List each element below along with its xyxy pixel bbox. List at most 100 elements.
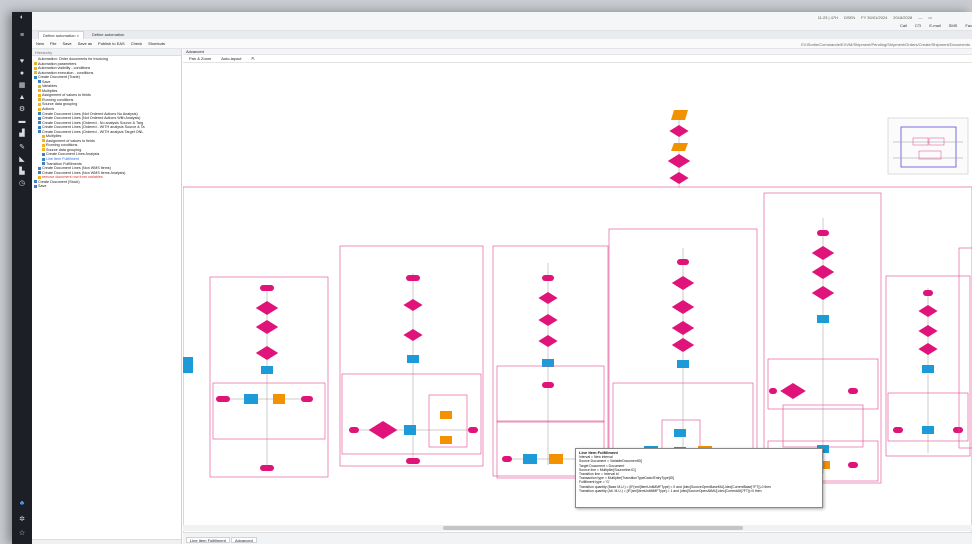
tree-item-label: Multiplies [42,88,58,93]
document-icon [34,184,37,188]
folder-icon [42,143,45,147]
sms-button[interactable]: SMS [949,23,958,28]
main-toolbar: New File Save Save as Publish to EAS Che… [32,39,972,49]
folder-icon [34,71,37,75]
decision-node [403,329,423,341]
bookmark-icon[interactable]: ◣ [12,156,32,164]
tree-item-label: Multiplies [46,134,62,139]
document-icon [38,116,41,120]
action-node [407,355,419,363]
action-node [677,360,689,368]
decision-node [255,301,279,315]
folder-icon [34,66,37,70]
save-button[interactable]: Save [62,41,71,46]
tree-item-label: Automation: Order documents for invoicin… [38,57,108,61]
call-button[interactable]: Call [900,23,907,28]
truck-icon[interactable]: ▬ [12,118,32,126]
decision-node [918,305,938,317]
tree-item-label: Running conditions [42,97,74,102]
document-icon [42,157,45,161]
analytics-icon[interactable]: ▙ [12,168,32,176]
hierarchy-icon[interactable]: ♣ [12,500,32,508]
grid-icon[interactable]: ▦ [12,82,32,90]
process-node [542,382,554,388]
star-icon[interactable]: ☆ [12,530,32,538]
minimize-icon[interactable]: — [918,15,922,20]
decision-node [669,125,689,137]
folder-icon [38,102,41,106]
settings-icon[interactable]: ⚙ [12,106,32,114]
document-icon [42,153,45,156]
tree-item-label: Create Document (Stock) [38,179,80,184]
folder-icon [42,139,45,143]
tree-item-label: Automation execution - conditions [38,70,94,75]
process-node [349,427,359,433]
status-item: 2018/2028 [893,15,913,20]
tree-item-label: Save [38,184,47,189]
decision-node [669,172,689,184]
tab-line-item-fulfillment[interactable]: Line Item Fulfillment [186,537,230,543]
action-node [523,454,537,464]
group-frame [763,192,882,484]
document-icon [42,162,45,166]
new-button[interactable]: New [36,41,44,46]
tree-item-label: Assignment of values to fields [42,93,91,98]
process-node [769,388,777,394]
save-as-button[interactable]: Save as [78,41,92,46]
close-icon[interactable]: × [77,33,79,38]
group-frame [496,365,605,423]
tree-item-label: Save [42,79,51,84]
auto-layout-button[interactable]: Auto-layout [221,56,241,61]
tree-item-label: Create Document Lines (Ordered - No anal… [42,120,144,125]
globe-icon[interactable]: ● [12,70,32,78]
gear-icon[interactable]: ✲ [12,516,32,524]
tree-item-label: Source data grouping [46,147,82,152]
email-button[interactable]: E-mail [929,23,940,28]
tab-advanced[interactable]: Advanced [231,537,257,543]
menu-icon[interactable]: ≡ [12,32,32,40]
chart-icon[interactable]: ▟ [12,130,32,138]
status-item: FY 30/01/2024 [861,15,888,20]
process-node [893,427,903,433]
process-node [301,396,313,402]
action-node [183,357,193,373]
fax-button[interactable]: Fax [965,23,972,28]
cti-button[interactable]: CTI [915,23,921,28]
status-item: DSEN [844,15,856,20]
tree-item-label: Create Document Lines (Ordered - WITH an… [42,129,144,134]
folder-icon [42,134,45,138]
decision-node [255,320,279,334]
shortcuts-button[interactable]: Shortcuts [148,41,165,46]
decision-node [780,383,806,399]
tree-item-label: Source data grouping [42,102,78,107]
tree-item[interactable]: Save [34,184,179,189]
decision-node [918,343,938,355]
decision-node [667,154,691,168]
horizontal-scrollbar[interactable] [32,539,181,544]
action-node [922,426,934,434]
check-button[interactable]: Check [131,41,142,46]
clock-icon[interactable]: ◷ [12,180,32,188]
user-icon[interactable]: ▲ [12,94,32,102]
maximize-icon[interactable]: ▭ [928,15,932,20]
publish-button[interactable]: Publish to EAS [98,41,125,46]
heart-icon[interactable]: ♥ [12,58,32,66]
process-node [406,275,420,281]
tab-define-automation[interactable]: Define automation × [38,31,84,39]
tree-item-label: Running conditions [46,143,78,148]
process-node [923,290,933,296]
group-frame [212,382,326,440]
export-icon[interactable]: ⇱ [251,56,254,61]
action-node [674,429,686,437]
hierarchy-header: Hierarchy [32,49,181,56]
folder-icon [38,93,41,97]
logo-icon: ◐ [19,14,25,21]
process-node [260,465,274,471]
edit-icon[interactable]: ✎ [12,144,32,152]
pan-zoom-button[interactable]: Pan & Zoom [189,56,211,61]
tab-define-automation-2[interactable]: Define automation [88,31,128,39]
folder-icon [38,89,41,93]
action-node [440,436,452,444]
file-button[interactable]: File [50,41,56,46]
tree-item-label: Transition Fulfillments [46,161,82,166]
